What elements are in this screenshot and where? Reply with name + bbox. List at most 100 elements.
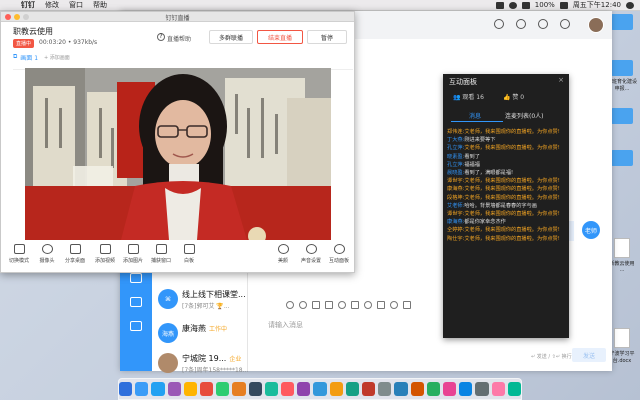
- more-icon[interactable]: [403, 301, 411, 309]
- menu-help[interactable]: 帮助: [88, 0, 112, 10]
- video-icon: [99, 244, 111, 254]
- list-item: 陶仕宇:艾老师，我来围观你的直播啦。为你点赞!: [447, 235, 567, 243]
- message-text: 艾老师，我来围观你的直播啦。为你点赞!: [464, 178, 560, 185]
- dock-app-icon[interactable]: [167, 382, 181, 396]
- help-icon[interactable]: ?: [157, 33, 165, 41]
- whiteboard-icon: [183, 244, 195, 254]
- chat-icon: [333, 244, 345, 254]
- dock-app-icon[interactable]: [443, 382, 457, 396]
- dingtalk-tray-icon[interactable]: [495, 1, 504, 9]
- emoji-icon[interactable]: [286, 301, 294, 309]
- sidebar-mail-icon[interactable]: [130, 297, 142, 307]
- dock-app-icon[interactable]: [183, 382, 197, 396]
- announce-icon[interactable]: [494, 19, 504, 29]
- dock-app-icon[interactable]: [281, 382, 295, 396]
- messages-tray-icon[interactable]: [508, 1, 517, 9]
- list-item[interactable]: 宁城院 19... 企业 [7条]周年158*****18...: [158, 351, 288, 381]
- menubar-clock[interactable]: 周五下午12:40: [573, 0, 621, 10]
- send-button[interactable]: 发送: [572, 348, 606, 362]
- conversation-avatar: 海燕: [158, 323, 178, 343]
- dock-app-icon[interactable]: [329, 382, 343, 396]
- battery-icon[interactable]: [559, 1, 568, 9]
- message-user: 康海燕:: [447, 219, 465, 226]
- add-scene-button[interactable]: + 添加画面: [44, 54, 70, 61]
- dock-app-icon[interactable]: [135, 382, 149, 396]
- message-user: 郑伟连:: [447, 129, 465, 135]
- dock-app-icon[interactable]: [345, 382, 360, 396]
- dock-app-icon[interactable]: [491, 382, 505, 396]
- message-text: 福福福: [464, 161, 480, 168]
- settings-icon[interactable]: [560, 19, 570, 29]
- list-item: 谭世宇:艾老师，我来围观你的直播啦。为你点赞!: [447, 210, 567, 218]
- dock-app-icon[interactable]: [248, 382, 262, 396]
- dock-app-icon[interactable]: [410, 382, 424, 396]
- search-icon[interactable]: [626, 1, 634, 9]
- toolbar-item[interactable]: 白板: [173, 244, 205, 264]
- scene-tab-1[interactable]: ⧉ 画面 1: [13, 53, 38, 62]
- conversation-name-text: 宁城院 19...: [182, 354, 227, 363]
- dock-app-icon[interactable]: [459, 382, 473, 396]
- message-input[interactable]: 请输入消息: [268, 320, 303, 330]
- message-text: 艾老师，我来围观你的直播啦。为你点赞!: [464, 145, 560, 152]
- live-window-title: 钉钉直播: [165, 15, 190, 22]
- folder-icon: [611, 60, 633, 76]
- list-item: 孔立萍:福福福: [447, 161, 567, 169]
- sender-avatar[interactable]: 老师: [582, 221, 600, 239]
- avatar[interactable]: [588, 17, 604, 33]
- screenshot-icon[interactable]: [390, 301, 398, 309]
- dock-app-icon[interactable]: [313, 382, 327, 396]
- phone-icon[interactable]: [364, 301, 372, 309]
- dock-app-icon[interactable]: [507, 382, 522, 396]
- multi-group-button[interactable]: 多群联播: [209, 30, 253, 44]
- image-icon[interactable]: [325, 301, 333, 309]
- dock-app-icon[interactable]: [378, 382, 392, 396]
- toolbar-item[interactable]: 分享桌面: [59, 244, 91, 264]
- tab-messages[interactable]: 消息: [469, 111, 481, 120]
- live-help-link[interactable]: 直播帮助: [167, 34, 191, 43]
- wifi-icon[interactable]: [521, 1, 530, 9]
- conversation-avatar: ⌘: [158, 289, 178, 309]
- menu-edit[interactable]: 修改: [40, 0, 64, 10]
- dock-app-icon[interactable]: [232, 382, 246, 396]
- dock-app-icon[interactable]: [297, 382, 311, 396]
- message-text: 艾老师，我来围观你的直播啦。为你点赞!: [464, 186, 560, 193]
- menu-window[interactable]: 窗口: [64, 0, 88, 10]
- list-item[interactable]: ⌘ 线上线下相课堂... [7条]郭可艾 🏆...: [158, 287, 288, 317]
- live-duration-bitrate: 00:03:20 • 937kb/s: [39, 39, 98, 46]
- tab-mic-list[interactable]: 连麦列表(0人): [505, 111, 544, 120]
- message-user: 晓素盈:: [447, 153, 465, 160]
- dock-app-icon[interactable]: [475, 382, 489, 396]
- list-item: 丁大燕:刚进来要等下: [447, 136, 567, 144]
- at-icon[interactable]: [299, 301, 307, 309]
- list-item: 康海燕:艾老师，我来围观你的直播啦。为你点赞!: [447, 185, 567, 193]
- dock-app-icon[interactable]: [118, 382, 133, 396]
- message-text: 艾老师，我来围观你的直播啦。为你点赞!: [464, 235, 560, 242]
- pause-button[interactable]: 暂停: [307, 30, 347, 44]
- panel-close-button[interactable]: ×: [558, 76, 564, 84]
- ding-icon[interactable]: [338, 301, 346, 309]
- list-item: 晨晓盈:看到了，满眼都是福!: [447, 169, 567, 177]
- dock-app-icon[interactable]: [199, 382, 214, 396]
- dock-app-icon[interactable]: [216, 382, 230, 396]
- dock-app-icon[interactable]: [264, 382, 278, 396]
- message-text: 艾老师，我来围观你的直播啦。为你点赞!: [464, 211, 560, 218]
- dock-app-icon[interactable]: [426, 382, 441, 396]
- menu-app[interactable]: 钉钉: [16, 0, 40, 10]
- sidebar-more-icon[interactable]: [130, 321, 142, 331]
- message-text: 都是你家幸念杰作: [464, 219, 506, 226]
- clock-icon[interactable]: [516, 19, 526, 29]
- toolbar-item[interactable]: 互动面板: [323, 244, 355, 264]
- dock-app-icon[interactable]: [394, 382, 408, 396]
- viewers-icon: 👥: [453, 94, 463, 101]
- mic-icon: [305, 244, 317, 254]
- add-icon[interactable]: [538, 19, 548, 29]
- folder-icon: [611, 14, 633, 30]
- task-icon[interactable]: [351, 301, 359, 309]
- dock-app-icon[interactable]: [362, 382, 376, 396]
- sidebar-contacts-icon[interactable]: [130, 273, 142, 283]
- end-live-button[interactable]: 结束直播: [257, 30, 303, 44]
- message-text: 看到了，满眼都是福!: [464, 170, 514, 177]
- folder-icon[interactable]: [312, 301, 320, 309]
- dock-app-icon[interactable]: [151, 382, 165, 396]
- video-call-icon[interactable]: [377, 301, 385, 309]
